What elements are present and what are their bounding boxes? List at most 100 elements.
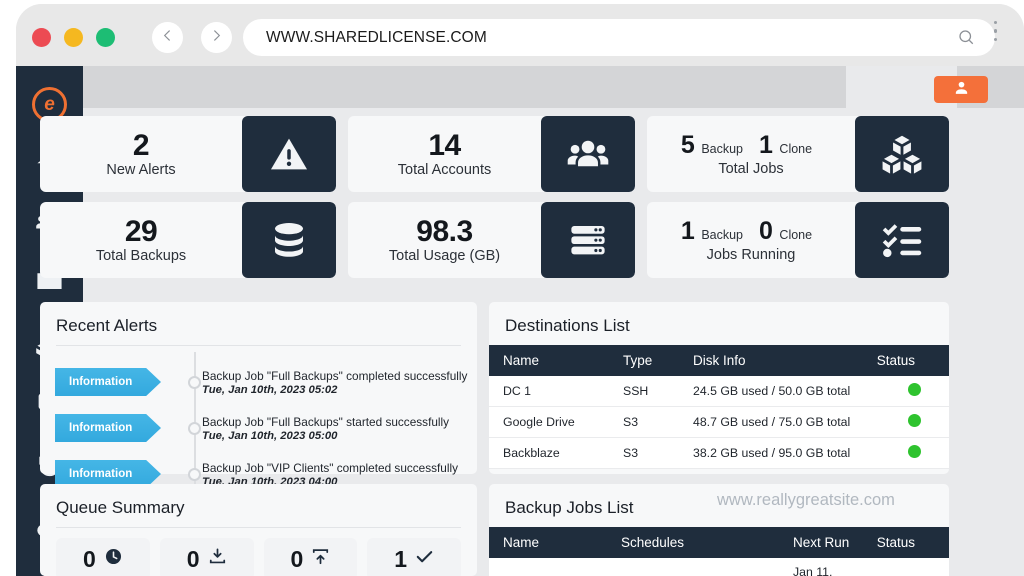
download-icon: [208, 547, 227, 571]
stat-card-total-accounts[interactable]: 14 Total Accounts: [348, 116, 635, 192]
panel-title: Recent Alerts: [40, 302, 477, 345]
queue-tile-completed[interactable]: 1: [367, 538, 461, 576]
list-item[interactable]: Information Backup Job "Full Backups" co…: [40, 359, 477, 405]
status-badge: [908, 383, 921, 396]
alert-timestamp: Tue, Jan 10th, 2023 05:02: [202, 384, 467, 396]
cell-name: Backblaze: [489, 438, 609, 469]
cell-name: Google Drive: [489, 407, 609, 438]
stat-card-body: 5 Backup 1 Clone Total Jobs: [647, 116, 855, 192]
destinations-list-panel: Destinations List Name Type Disk Info St…: [489, 302, 949, 474]
stat-label: Jobs Running: [707, 247, 796, 263]
maximize-window-button[interactable]: [96, 28, 115, 47]
queue-value: 1: [394, 546, 407, 573]
alert-timestamp: Tue, Jan 10th, 2023 05:00: [202, 430, 449, 442]
cubes-icon: [855, 116, 949, 192]
queue-tiles: 0 0 0 1: [40, 528, 477, 576]
app-shell: e: [16, 66, 1024, 576]
column-header-status[interactable]: Status: [861, 527, 949, 558]
timeline-node: [188, 376, 201, 389]
backup-jobs-list-panel: Backup Jobs List Name Schedules Next Run…: [489, 484, 949, 576]
server-rack-icon: [541, 202, 635, 278]
table-row[interactable]: Backblaze S3 38.2 GB used / 95.0 GB tota…: [489, 438, 949, 469]
close-window-button[interactable]: [32, 28, 51, 47]
severity-label: Information: [69, 422, 132, 434]
backup-value: 5: [681, 131, 694, 160]
column-header-type[interactable]: Type: [609, 345, 679, 376]
table-header-row: Name Schedules Next Run Status: [489, 527, 949, 558]
severity-label: Information: [69, 376, 132, 388]
logo-letter: e: [44, 95, 55, 114]
arrow-left-icon: [159, 27, 176, 49]
kebab-menu-icon[interactable]: [994, 21, 997, 41]
queue-value: 0: [83, 546, 96, 573]
cell-status: [861, 438, 949, 469]
stat-card-body: 2 New Alerts: [40, 116, 242, 192]
stat-card-total-usage[interactable]: 98.3 Total Usage (GB): [348, 202, 635, 278]
stat-card-body: 14 Total Accounts: [348, 116, 541, 192]
stat-value: 14: [428, 130, 460, 162]
panel-title: Backup Jobs List: [489, 484, 949, 527]
cell-type: SSH: [609, 376, 679, 407]
warning-triangle-icon: [242, 116, 336, 192]
arrow-right-icon: [208, 27, 225, 49]
user-icon: [953, 79, 970, 101]
table-row[interactable]: Full Backups Daily (Retain 2 Backups) Ja…: [489, 558, 949, 576]
cell-disk-info: 48.7 GB used / 75.0 GB total: [679, 407, 861, 438]
stat-card-total-jobs[interactable]: 5 Backup 1 Clone Total Jobs: [647, 116, 949, 192]
user-account-button[interactable]: [934, 76, 988, 103]
column-header-name[interactable]: Name: [489, 527, 607, 558]
column-header-status[interactable]: Status: [861, 345, 949, 376]
queue-tile-pending[interactable]: 0: [56, 538, 150, 576]
severity-badge: Information: [55, 368, 161, 396]
browser-window: WWW.SHAREDLICENSE.COM e: [16, 4, 1024, 576]
panel-title: Queue Summary: [40, 484, 477, 527]
timeline-node: [188, 468, 201, 481]
stat-card-total-backups[interactable]: 29 Total Backups: [40, 202, 336, 278]
address-bar[interactable]: WWW.SHAREDLICENSE.COM: [243, 19, 995, 56]
table-row[interactable]: Google Drive S3 48.7 GB used / 75.0 GB t…: [489, 407, 949, 438]
queue-summary-panel: Queue Summary 0 0 0 1: [40, 484, 477, 576]
stat-dual-values: 5 Backup 1 Clone: [681, 131, 821, 160]
queue-tile-downloading[interactable]: 0: [160, 538, 254, 576]
stat-card-row-2: 29 Total Backups 98.3 Total Usage (GB): [40, 202, 949, 278]
minimize-window-button[interactable]: [64, 28, 83, 47]
stat-card-new-alerts[interactable]: 2 New Alerts: [40, 116, 336, 192]
column-header-name[interactable]: Name: [489, 345, 609, 376]
browser-chrome: WWW.SHAREDLICENSE.COM: [16, 4, 1024, 66]
column-header-next-run[interactable]: Next Run: [779, 527, 861, 558]
alert-message: Backup Job "VIP Clients" completed succe…: [202, 461, 458, 475]
check-icon: [415, 547, 434, 571]
column-header-disk-info[interactable]: Disk Info: [679, 345, 861, 376]
cell-status: [861, 407, 949, 438]
severity-label: Information: [69, 468, 132, 480]
checklist-icon: [855, 202, 949, 278]
table-row[interactable]: DC 1 SSH 24.5 GB used / 50.0 GB total: [489, 376, 949, 407]
cell-schedule: Daily (Retain 2 Backups): [607, 558, 779, 576]
column-header-schedules[interactable]: Schedules: [607, 527, 779, 558]
list-item[interactable]: Information Backup Job "Full Backups" st…: [40, 405, 477, 451]
search-icon[interactable]: [957, 28, 975, 46]
stat-label: Total Accounts: [398, 162, 492, 178]
cell-disk-info: 38.2 GB used / 95.0 GB total: [679, 438, 861, 469]
clone-label: Clone: [779, 228, 812, 242]
backup-label: Backup: [701, 142, 743, 156]
stat-cards: 2 New Alerts 14 Total Accounts: [40, 116, 949, 288]
back-button[interactable]: [152, 22, 183, 53]
alert-message: Backup Job "Full Backups" started succes…: [202, 415, 449, 429]
stat-card-row-1: 2 New Alerts 14 Total Accounts: [40, 116, 949, 192]
clone-value: 0: [759, 217, 772, 246]
clone-label: Clone: [779, 142, 812, 156]
people-group-icon: [541, 116, 635, 192]
destinations-table: Name Type Disk Info Status DC 1 SSH 24.5…: [489, 345, 949, 469]
forward-button[interactable]: [201, 22, 232, 53]
alert-text: Backup Job "Full Backups" completed succ…: [202, 369, 467, 396]
stat-card-jobs-running[interactable]: 1 Backup 0 Clone Jobs Running: [647, 202, 949, 278]
severity-badge: Information: [55, 414, 161, 442]
stat-value: 98.3: [416, 216, 472, 248]
alert-text: Backup Job "Full Backups" started succes…: [202, 415, 449, 442]
cell-name: Full Backups: [489, 558, 607, 576]
backup-label: Backup: [701, 228, 743, 242]
stat-label: Total Jobs: [718, 161, 783, 177]
queue-tile-uploading[interactable]: 0: [264, 538, 358, 576]
stat-label: Total Backups: [96, 248, 186, 264]
